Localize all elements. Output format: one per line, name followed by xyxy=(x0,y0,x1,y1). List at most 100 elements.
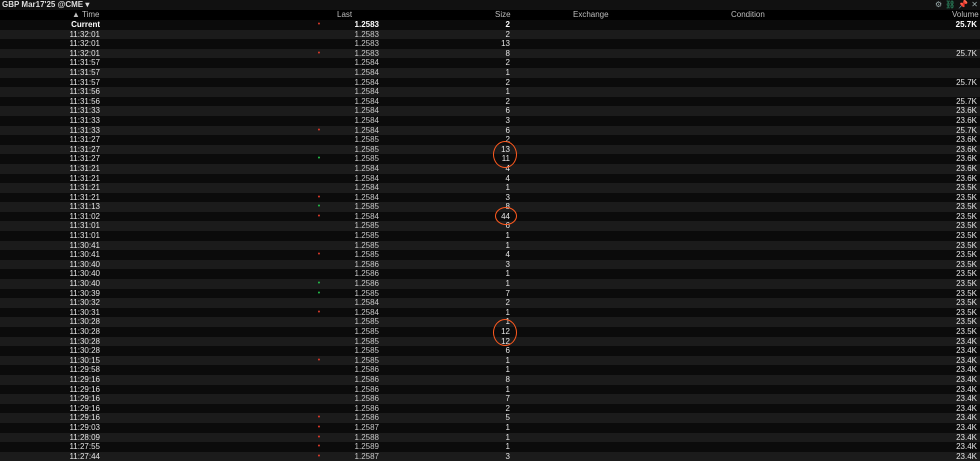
volume-cell: 23.5K xyxy=(956,298,977,308)
trade-price-cell: 1.2588 xyxy=(354,432,379,442)
trade-price-cell: 1.2583 xyxy=(354,39,379,49)
column-header-last[interactable]: Last xyxy=(337,10,352,20)
table-row[interactable]: 11:31:01 1.2585 6 23.5K xyxy=(0,221,980,232)
trade-time-cell: 11:30:32 xyxy=(69,298,100,308)
table-row[interactable]: 11:31:57 1.2584 2 25.7K xyxy=(0,77,980,88)
table-row[interactable]: 11:31:33 1.2584 3 23.6K xyxy=(0,115,980,126)
trade-time-cell: 11:31:21 xyxy=(69,173,100,183)
table-row[interactable]: 11:31:57 1.2584 2 xyxy=(0,58,980,68)
table-row[interactable]: • 11:31:13 1.2585 8 23.5K xyxy=(0,202,980,212)
link-icon[interactable]: ⛓ xyxy=(945,0,955,10)
trade-price-cell: 1.2586 xyxy=(354,259,379,269)
volume-cell: 23.4K xyxy=(956,432,977,442)
trade-size-cell: 2 xyxy=(505,20,510,29)
trade-price-cell: 1.2585 xyxy=(354,144,379,154)
table-row[interactable]: 11:31:27 1.2585 13 23.6K xyxy=(0,144,980,155)
trade-price-cell: 1.2584 xyxy=(354,183,379,193)
table-row[interactable]: 11:31:56 1.2584 2 25.7K xyxy=(0,96,980,107)
table-row[interactable]: 11:31:01 1.2585 1 23.5K xyxy=(0,231,980,241)
trade-size-cell: 8 xyxy=(505,48,510,58)
table-row[interactable]: • 11:30:39 1.2585 7 23.5K xyxy=(0,288,980,299)
table-row[interactable]: 11:32:01 1.2583 13 xyxy=(0,39,980,49)
column-header-condition[interactable]: Condition xyxy=(731,10,765,20)
table-row[interactable]: 11:31:56 1.2584 1 xyxy=(0,87,980,97)
table-row[interactable]: 11:30:28 1.2585 1 23.5K xyxy=(0,317,980,327)
downtick-icon: • xyxy=(317,356,321,364)
annotation-circle xyxy=(493,319,517,346)
table-row[interactable]: 11:30:40 1.2586 1 23.5K xyxy=(0,269,980,280)
window-title[interactable]: GBP Mar17'25 @CME ▾ xyxy=(2,0,89,10)
table-row[interactable]: • 11:30:41 1.2585 4 23.5K xyxy=(0,250,980,260)
trade-price-cell: 1.2583 xyxy=(354,48,379,58)
table-row[interactable]: 11:31:21 1.2584 4 23.6K xyxy=(0,173,980,184)
table-row[interactable]: • 11:31:21 1.2584 3 23.5K xyxy=(0,192,980,203)
table-row[interactable]: 11:31:21 1.2584 1 23.5K xyxy=(0,183,980,193)
trade-size-cell: 6 xyxy=(505,125,510,135)
table-row[interactable]: • 11:29:16 1.2586 5 23.4K xyxy=(0,413,980,423)
table-row[interactable]: • 11:30:31 1.2584 1 23.5K xyxy=(0,307,980,318)
volume-cell: 23.6K xyxy=(956,115,977,125)
downtick-icon: • xyxy=(317,433,321,441)
table-row[interactable]: 11:30:32 1.2584 2 23.5K xyxy=(0,298,980,308)
table-row[interactable]: 11:30:28 1.2585 12 23.4K xyxy=(0,336,980,347)
table-row[interactable]: • 11:32:01 1.2583 8 25.7K xyxy=(0,48,980,59)
trade-time-cell: 11:31:57 xyxy=(69,58,100,68)
table-row[interactable]: 11:29:16 1.2586 7 23.4K xyxy=(0,394,980,404)
column-header-exchange[interactable]: Exchange xyxy=(573,10,609,20)
column-header-time[interactable]: ▲ Time xyxy=(72,10,99,20)
trade-time-cell: 11:27:55 xyxy=(69,442,100,452)
downtick-icon: • xyxy=(317,193,321,201)
table-row[interactable]: 11:31:21 1.2584 4 23.6K xyxy=(0,163,980,174)
volume-cell: 23.4K xyxy=(956,355,977,365)
table-row[interactable]: 11:31:27 1.2585 2 23.6K xyxy=(0,135,980,145)
time-and-sales-table[interactable]: • Current 1.2583 2 25.7K 11:32:01 1.2583 2 11:32… xyxy=(0,20,980,461)
table-row[interactable]: 11:29:16 1.2586 8 23.4K xyxy=(0,374,980,385)
trade-size-cell: 1 xyxy=(505,231,510,241)
table-row[interactable]: 11:30:41 1.2585 1 23.5K xyxy=(0,240,980,251)
table-row[interactable]: 11:29:58 1.2586 1 23.4K xyxy=(0,365,980,375)
table-row[interactable]: • 11:31:27 1.2585 11 23.6K xyxy=(0,154,980,164)
table-row[interactable]: • 11:31:33 1.2584 6 25.7K xyxy=(0,125,980,136)
trade-size-cell: 1 xyxy=(505,87,510,97)
column-header-volume[interactable]: Volume xyxy=(952,10,979,20)
table-row[interactable]: 11:32:01 1.2583 2 xyxy=(0,29,980,40)
trade-size-cell: 1 xyxy=(505,240,510,250)
trade-time-cell: 11:31:27 xyxy=(69,144,100,154)
table-row[interactable]: 11:29:16 1.2586 2 23.4K xyxy=(0,403,980,414)
table-row[interactable]: • 11:28:09 1.2588 1 23.4K xyxy=(0,432,980,443)
table-row[interactable]: 11:30:28 1.2585 6 23.4K xyxy=(0,346,980,356)
volume-cell: 23.5K xyxy=(956,307,977,317)
table-row[interactable]: • Current 1.2583 2 25.7K xyxy=(0,20,980,30)
trade-time-cell: 11:29:03 xyxy=(69,422,100,432)
trade-size-cell: 3 xyxy=(505,192,510,202)
table-row[interactable]: 11:29:16 1.2586 1 23.4K xyxy=(0,384,980,395)
trade-size-cell: 1 xyxy=(505,432,510,442)
table-row[interactable]: • 11:29:03 1.2587 1 23.4K xyxy=(0,422,980,433)
volume-cell: 23.4K xyxy=(956,336,977,346)
table-row[interactable]: • 11:31:02 1.2584 44 23.5K xyxy=(0,211,980,222)
volume-cell: 23.4K xyxy=(956,346,977,356)
close-icon[interactable]: ✕ xyxy=(971,0,978,10)
trade-time-cell: 11:31:01 xyxy=(69,221,100,231)
annotation-circle xyxy=(495,207,517,225)
table-row[interactable]: 11:30:28 1.2585 12 23.5K xyxy=(0,327,980,337)
gear-icon[interactable]: ⚙ xyxy=(935,0,942,10)
volume-cell: 23.5K xyxy=(956,327,977,336)
table-row[interactable]: • 11:30:15 1.2585 1 23.4K xyxy=(0,355,980,366)
volume-cell: 23.5K xyxy=(956,259,977,269)
volume-cell: 25.7K xyxy=(955,20,977,29)
table-row[interactable]: • 11:30:40 1.2586 1 23.5K xyxy=(0,279,980,289)
trade-price-cell: 1.2585 xyxy=(354,135,379,145)
downtick-icon: • xyxy=(317,49,321,57)
table-row[interactable]: 11:31:33 1.2584 6 23.6K xyxy=(0,106,980,116)
volume-cell: 25.7K xyxy=(956,125,977,135)
pin-icon[interactable]: 📌 xyxy=(958,0,968,10)
table-row[interactable]: 11:31:57 1.2584 1 xyxy=(0,67,980,78)
table-row[interactable]: • 11:27:44 1.2587 3 23.4K xyxy=(0,451,980,461)
table-row[interactable]: 11:30:40 1.2586 3 23.5K xyxy=(0,259,980,270)
trade-size-cell: 2 xyxy=(505,96,510,106)
table-row[interactable]: • 11:27:55 1.2589 1 23.4K xyxy=(0,442,980,452)
column-header-size[interactable]: Size xyxy=(495,10,511,20)
trade-time-cell: 11:31:21 xyxy=(69,192,100,202)
trade-price-cell: 1.2589 xyxy=(354,442,379,452)
